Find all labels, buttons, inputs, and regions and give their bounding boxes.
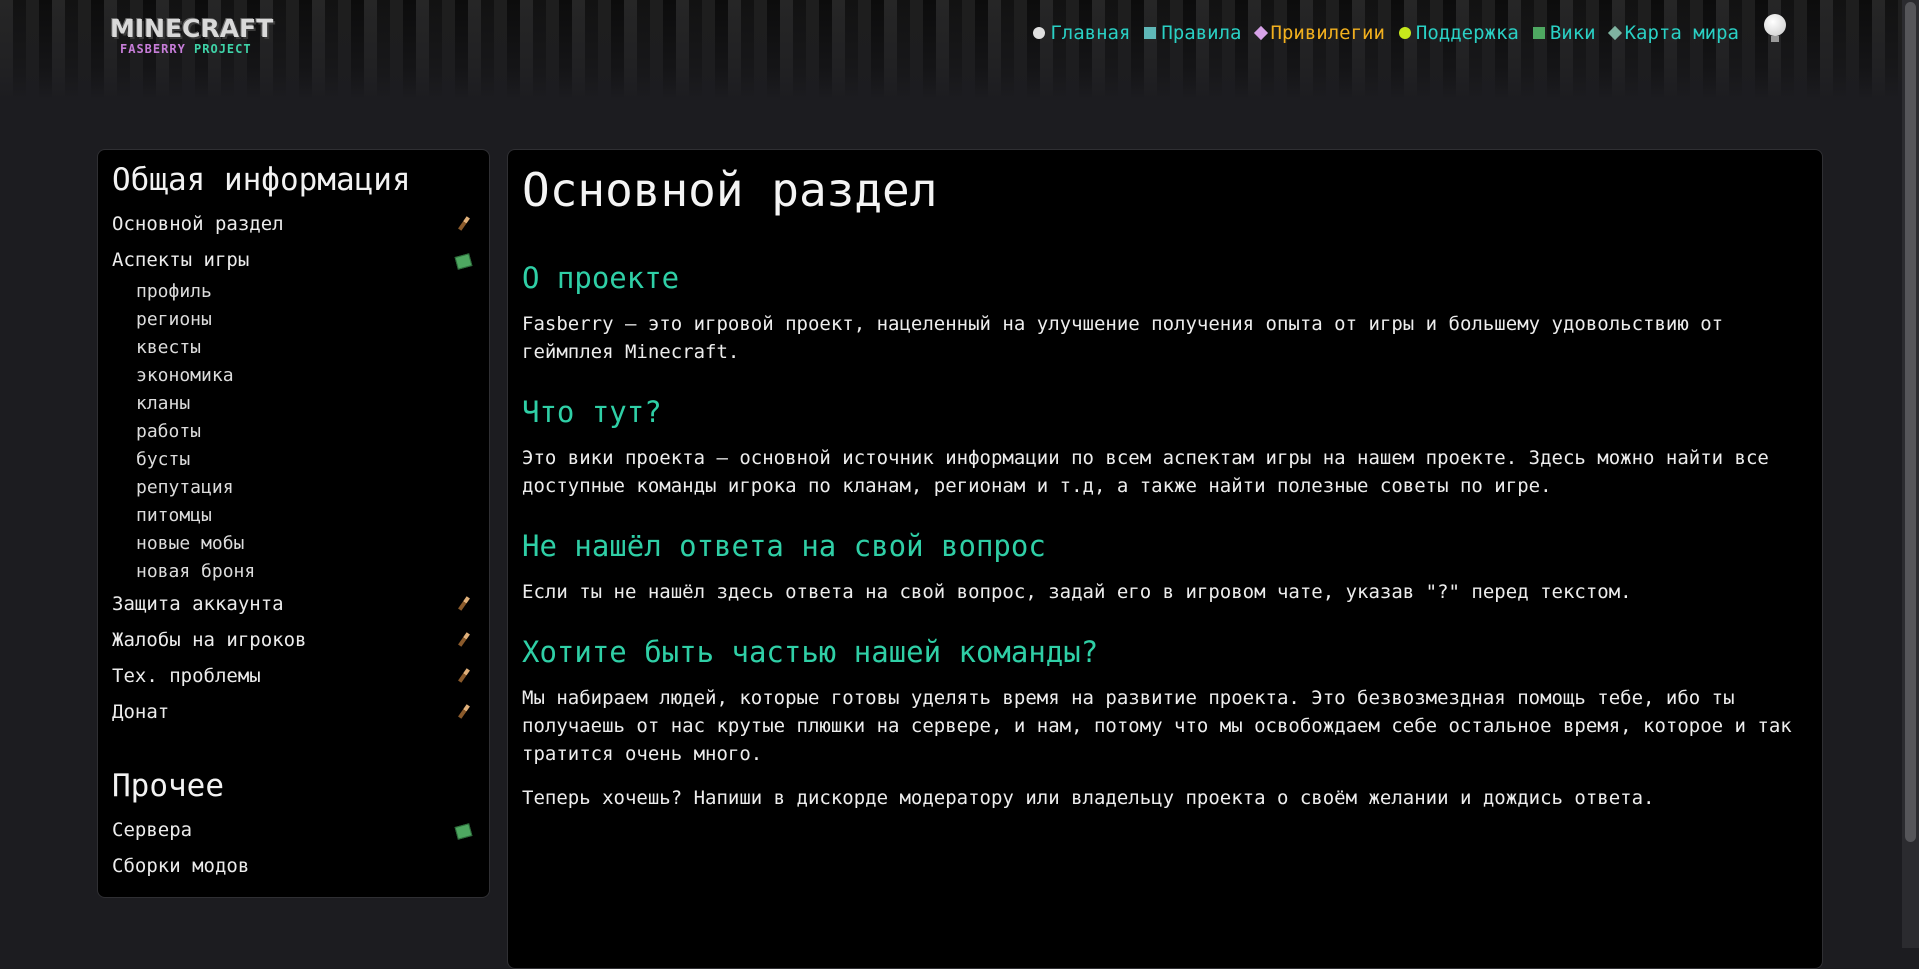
sidebar-subitem-profile[interactable]: профиль bbox=[112, 278, 475, 306]
sidebar-item-label: Донат bbox=[112, 701, 170, 723]
sidebar-subitem-reputation[interactable]: репутация bbox=[112, 474, 475, 502]
sidebar-item-servers[interactable]: Сервера bbox=[112, 812, 475, 848]
sidebar-item-tech-problems[interactable]: Тех. проблемы bbox=[112, 658, 475, 694]
nav-wiki-label: Вики bbox=[1549, 22, 1596, 44]
sidebar-subitem-regions[interactable]: регионы bbox=[112, 306, 475, 334]
nav-wiki[interactable]: Вики bbox=[1532, 22, 1596, 44]
page-title: Основной раздел bbox=[522, 163, 938, 217]
sidebar-item-main-section[interactable]: Основной раздел bbox=[112, 206, 475, 242]
nav-privileges-label: Привилегии bbox=[1270, 22, 1385, 44]
nav-map-label: Карта мира bbox=[1624, 22, 1739, 44]
sidebar: Общая информация Основной раздел Аспекты… bbox=[97, 149, 490, 898]
nav-map[interactable]: Карта мира bbox=[1607, 22, 1739, 44]
nav-rules[interactable]: Правила bbox=[1144, 22, 1242, 44]
brush-icon bbox=[458, 704, 470, 719]
brush-icon bbox=[458, 632, 470, 647]
section-heading-join-team: Хотите быть частью нашей команды? bbox=[522, 635, 1099, 669]
book-icon bbox=[454, 253, 473, 270]
sidebar-item-label: Защита аккаунта bbox=[112, 593, 284, 615]
support-icon bbox=[1398, 27, 1411, 39]
logo-subtitle: FASBERRY PROJECT bbox=[120, 42, 252, 56]
nav-privileges[interactable]: Привилегии bbox=[1253, 22, 1385, 44]
sidebar-item-label: Сервера bbox=[112, 819, 193, 841]
top-nav: Главная Правила Привилегии Поддержка Вик… bbox=[1033, 20, 1739, 46]
brush-icon bbox=[458, 668, 470, 683]
sidebar-subitem-economy[interactable]: экономика bbox=[112, 362, 475, 390]
page-scrollbar[interactable] bbox=[1902, 0, 1919, 948]
sidebar-subitem-new-mobs[interactable]: новые мобы bbox=[112, 530, 475, 558]
section-paragraph: Если ты не нашёл здесь ответа на свой во… bbox=[522, 581, 1632, 603]
nav-support[interactable]: Поддержка bbox=[1398, 22, 1519, 44]
logo-subtitle-part2: PROJECT bbox=[194, 42, 252, 56]
wiki-icon bbox=[1532, 27, 1545, 39]
sidebar-heading-other: Прочее bbox=[112, 768, 224, 804]
sidebar-item-label: Тех. проблемы bbox=[112, 665, 261, 687]
section-heading-no-answer: Не нашёл ответа на свой вопрос bbox=[522, 529, 1046, 563]
section-heading-whats-here: Что тут? bbox=[522, 395, 662, 429]
main-content: Основной раздел О проекте Fasberry – это… bbox=[507, 149, 1823, 969]
sidebar-item-donate[interactable]: Донат bbox=[112, 694, 475, 730]
book-icon bbox=[454, 823, 473, 840]
sidebar-item-label: Основной раздел bbox=[112, 213, 284, 235]
nav-rules-label: Правила bbox=[1161, 22, 1242, 44]
nav-home-label: Главная bbox=[1050, 22, 1131, 44]
sidebar-item-modpacks[interactable]: Сборки модов bbox=[112, 848, 475, 884]
brush-icon bbox=[458, 216, 470, 231]
sidebar-item-player-complaints[interactable]: Жалобы на игроков bbox=[112, 622, 475, 658]
sidebar-subitem-boosts[interactable]: бусты bbox=[112, 446, 475, 474]
theme-toggle-button[interactable] bbox=[1762, 14, 1788, 44]
sidebar-item-game-aspects[interactable]: Аспекты игры bbox=[112, 242, 475, 278]
sidebar-item-account-protection[interactable]: Защита аккаунта bbox=[112, 586, 475, 622]
sidebar-subitem-jobs[interactable]: работы bbox=[112, 418, 475, 446]
sidebar-subitem-pets[interactable]: питомцы bbox=[112, 502, 475, 530]
nav-support-label: Поддержка bbox=[1415, 22, 1519, 44]
sidebar-heading-general: Общая информация bbox=[112, 162, 411, 198]
sidebar-subitem-clans[interactable]: кланы bbox=[112, 390, 475, 418]
scrollbar-thumb[interactable] bbox=[1905, 2, 1916, 842]
map-icon bbox=[1607, 25, 1622, 41]
lightbulb-icon bbox=[1764, 14, 1786, 36]
home-icon bbox=[1033, 27, 1046, 39]
sidebar-subitem-quests[interactable]: квесты bbox=[112, 334, 475, 362]
section-paragraph: Мы набираем людей, которые готовы уделят… bbox=[522, 687, 1792, 765]
section-paragraph: Это вики проекта – основной источник инф… bbox=[522, 447, 1769, 497]
section-paragraph: Теперь хочешь? Напиши в дискорде модерат… bbox=[522, 787, 1655, 809]
sidebar-item-label: Жалобы на игроков bbox=[112, 629, 307, 651]
sidebar-item-label: Аспекты игры bbox=[112, 249, 250, 271]
section-paragraph: Fasberry – это игровой проект, нацеленны… bbox=[522, 313, 1724, 363]
logo-subtitle-part1: FASBERRY bbox=[120, 42, 186, 56]
logo-title: MINECRAFT bbox=[110, 14, 274, 43]
site-logo[interactable]: MINECRAFT FASBERRY PROJECT bbox=[110, 14, 280, 58]
site-header: MINECRAFT FASBERRY PROJECT Главная Прави… bbox=[0, 0, 1919, 100]
rules-icon bbox=[1144, 27, 1157, 39]
privileges-icon bbox=[1253, 25, 1268, 41]
brush-icon bbox=[458, 596, 470, 611]
section-heading-about: О проекте bbox=[522, 261, 680, 295]
nav-home[interactable]: Главная bbox=[1033, 22, 1130, 44]
sidebar-item-label: Сборки модов bbox=[112, 855, 250, 877]
sidebar-subitem-new-armor[interactable]: новая броня bbox=[112, 558, 475, 586]
lightbulb-base bbox=[1771, 36, 1779, 42]
